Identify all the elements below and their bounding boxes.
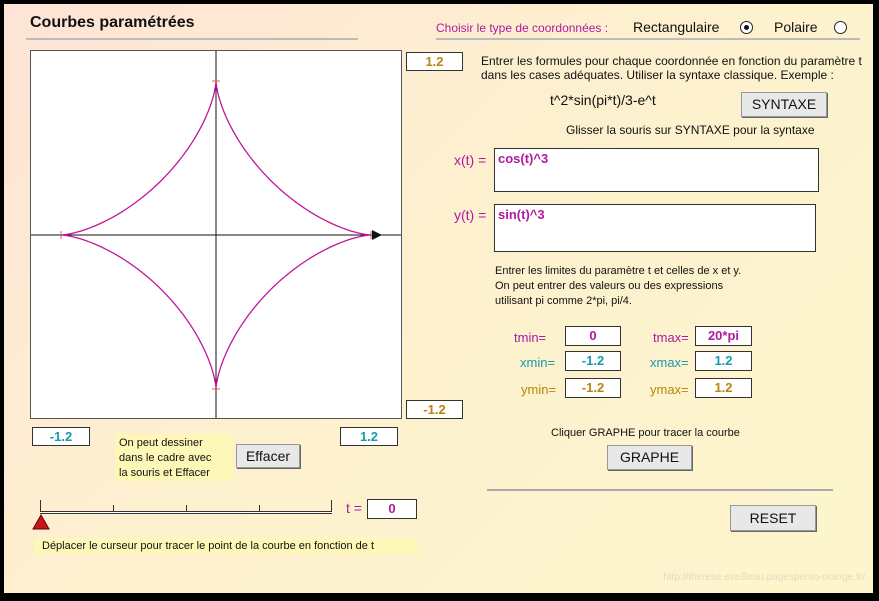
xmax-input[interactable]: 1.2 xyxy=(695,351,752,371)
polar-option-label: Polaire xyxy=(774,19,818,35)
polar-radio[interactable] xyxy=(834,21,847,34)
limits-line: utilisant pi comme 2*pi, pi/4. xyxy=(495,295,632,307)
xmax-display: 1.2 xyxy=(340,427,398,446)
tmin-label: tmin= xyxy=(514,330,547,345)
xmin-input[interactable]: -1.2 xyxy=(565,351,621,371)
rectangular-option-label: Rectangulaire xyxy=(633,19,720,35)
t-label: t = xyxy=(346,500,362,516)
slider-help: Déplacer le curseur pour tracer le point… xyxy=(34,538,418,554)
t-value: 0 xyxy=(367,499,417,519)
xmax-label: xmax= xyxy=(650,355,689,370)
limits-line: Entrer les limites du paramètre t et cel… xyxy=(495,265,742,277)
title-underline xyxy=(26,38,358,40)
rectangular-radio[interactable] xyxy=(740,21,753,34)
syntax-hint: Glisser la souris sur SYNTAXE pour la sy… xyxy=(566,123,815,137)
slider-thumb[interactable] xyxy=(32,514,50,530)
x-formula-label: x(t) = xyxy=(454,152,487,168)
limits-instructions: Entrer les limites du paramètre t et cel… xyxy=(495,264,741,309)
curve-point-marker xyxy=(372,230,382,240)
coordinate-underline xyxy=(436,38,860,40)
ymin-input[interactable]: -1.2 xyxy=(565,378,621,398)
draw-note: On peut dessiner dans le cadre avec la s… xyxy=(115,434,233,481)
reset-button[interactable]: RESET xyxy=(730,505,816,531)
instructions-line1: Entrer les formules pour chaque coordonn… xyxy=(481,54,862,68)
y-formula-input[interactable]: sin(t)^3 xyxy=(494,204,816,252)
draw-note-line: On peut dessiner xyxy=(119,437,203,449)
xmin-display: -1.2 xyxy=(32,427,90,446)
graph-button[interactable]: GRAPHE xyxy=(607,445,692,470)
ymax-label: ymax= xyxy=(650,382,689,397)
ymax-display: 1.2 xyxy=(406,52,463,71)
footer-url: http://therese.eveilleau.pagesperso-oran… xyxy=(663,572,865,583)
ymax-input[interactable]: 1.2 xyxy=(695,378,752,398)
app-window: Courbes paramétrées Choisir le type de c… xyxy=(4,4,873,593)
draw-note-line: la souris et Effacer xyxy=(119,467,210,479)
slider-track[interactable] xyxy=(40,511,332,514)
t-slider[interactable] xyxy=(40,500,332,516)
tmin-input[interactable]: 0 xyxy=(565,326,621,346)
graph-hint: Cliquer GRAPHE pour tracer la courbe xyxy=(551,427,740,439)
y-formula-label: y(t) = xyxy=(454,207,487,223)
ymin-display: -1.2 xyxy=(406,400,463,419)
coordinate-type-label: Choisir le type de coordonnées : xyxy=(436,21,609,35)
tmax-input[interactable]: 20*pi xyxy=(695,326,752,346)
erase-button[interactable]: Effacer xyxy=(236,444,300,468)
tmax-label: tmax= xyxy=(653,330,689,345)
instructions-line2: dans les cases adéquates. Utiliser la sy… xyxy=(481,68,834,82)
graph-svg xyxy=(31,51,401,418)
page-title: Courbes paramétrées xyxy=(30,14,195,31)
panel-separator xyxy=(487,489,833,491)
graph-canvas[interactable] xyxy=(30,50,402,419)
syntax-button[interactable]: SYNTAXE xyxy=(741,92,827,117)
xmin-label: xmin= xyxy=(520,355,556,370)
ymin-label: ymin= xyxy=(521,382,557,397)
limits-line: On peut entrer des valeurs ou des expres… xyxy=(495,280,724,292)
syntax-example: t^2*sin(pi*t)/3-e^t xyxy=(550,92,656,108)
draw-note-line: dans le cadre avec xyxy=(119,452,212,464)
x-formula-input[interactable]: cos(t)^3 xyxy=(494,148,819,192)
